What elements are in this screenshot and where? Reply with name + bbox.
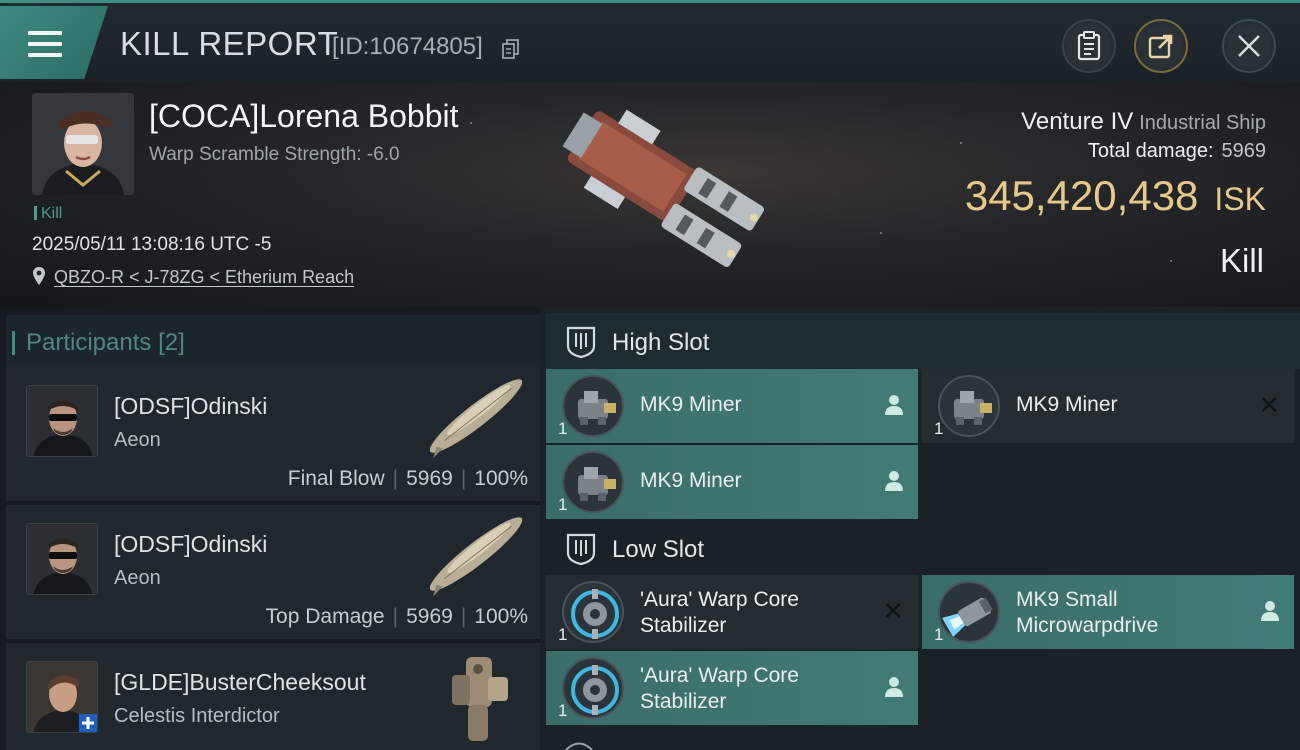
- high-slot-title: High Slot: [612, 329, 710, 356]
- participant-ship-image: [429, 517, 523, 597]
- participants-panel: Participants [2] [ODSF]Odinski Aeon Fina…: [0, 307, 540, 750]
- participant-name: [ODSF]Odinski: [114, 393, 268, 419]
- location-pin-icon: [33, 267, 45, 285]
- participant-role: Top Damage: [265, 605, 385, 628]
- victim-banner: [COCA]Lorena Bobbit Warp Scramble Streng…: [0, 82, 1300, 307]
- share-icon: [1148, 34, 1173, 59]
- module-item[interactable]: 1 MK9 Miner: [546, 369, 918, 443]
- participant-ship: Celestis Interdictor: [114, 705, 280, 727]
- warp-core-stabilizer-icon: [562, 657, 624, 719]
- hamburger-icon: [28, 31, 62, 57]
- destroyed-x-icon: ✕: [1258, 390, 1280, 420]
- clipboard-icon: [1077, 31, 1101, 61]
- miner-icon: [938, 375, 1000, 437]
- participant-stats: Top Damage | 5969 | 100%: [265, 605, 528, 628]
- participant-damage: 5969: [406, 467, 453, 490]
- module-name: MK9 Miner: [640, 469, 742, 492]
- microwarpdrive-icon: [938, 581, 1000, 643]
- total-damage-label: Total damage:: [1087, 140, 1214, 162]
- pilot-icon: [885, 395, 903, 415]
- module-qty: 1: [558, 701, 568, 720]
- kill-tag: Kill: [34, 205, 62, 223]
- ship-class: Industrial Ship: [1139, 112, 1266, 134]
- module-qty: 1: [558, 419, 568, 438]
- total-damage: Total damage: 5969: [1088, 140, 1266, 163]
- module-item[interactable]: 1 MK9 Miner ✕: [922, 369, 1294, 443]
- participant-stats: Final Blow | 5969 | 100%: [287, 467, 528, 490]
- miner-icon: [562, 375, 624, 437]
- pilot-icon: [885, 471, 903, 491]
- close-button[interactable]: [1222, 19, 1276, 73]
- clipboard-button[interactable]: [1062, 19, 1116, 73]
- module-item[interactable]: 1 MK9 Miner: [546, 445, 918, 519]
- module-name: 'Aura' Warp Core Stabilizer: [640, 664, 799, 713]
- menu-button[interactable]: [0, 6, 108, 79]
- module-name: MK9 Miner: [640, 393, 742, 416]
- module-qty: 1: [934, 625, 944, 644]
- victim-name[interactable]: [COCA]Lorena Bobbit: [149, 98, 459, 135]
- warp-core-stabilizer-icon: [562, 581, 624, 643]
- participants-header: Participants [2]: [6, 315, 540, 367]
- participants-count: [2]: [158, 329, 185, 356]
- location-link[interactable]: QBZO-R < J-78ZG < Etherium Reach: [54, 267, 354, 288]
- module-name: 'Aura' Warp Core Stabilizer: [640, 588, 799, 637]
- report-id: [ID:10674805]: [332, 33, 483, 60]
- pilot-icon: [1261, 601, 1279, 621]
- ship-name: Venture IV: [1021, 108, 1134, 135]
- participant-damage: 5969: [406, 605, 453, 628]
- participant-card[interactable]: [ODSF]Odinski Aeon Final Blow | 5969 | 100%: [6, 367, 540, 501]
- participant-ship-image: [452, 657, 508, 741]
- miner-icon: [562, 451, 624, 513]
- module-name: MK9 Small Microwarpdrive: [1016, 588, 1159, 637]
- high-slot-icon: [566, 326, 596, 359]
- participant-ship: Aeon: [114, 429, 161, 451]
- participant-avatar: [26, 523, 98, 595]
- module-name: MK9 Miner: [1016, 393, 1118, 416]
- low-slot-title: Low Slot: [612, 536, 705, 563]
- warp-scramble-strength: Warp Scramble Strength: -6.0: [149, 144, 400, 165]
- module-qty: 1: [934, 419, 944, 438]
- participant-card[interactable]: [ODSF]Odinski Aeon Top Damage | 5969 | 100%: [6, 505, 540, 639]
- participant-name: [ODSF]Odinski: [114, 531, 268, 557]
- low-slot-icon: [566, 533, 596, 566]
- participant-ship-image: [429, 379, 523, 459]
- victim-portrait[interactable]: [32, 93, 134, 195]
- participant-ship: Aeon: [114, 567, 161, 589]
- module-item[interactable]: 1 'Aura' Warp Core Stabilizer ✕: [546, 575, 918, 649]
- participants-title: Participants [2]: [12, 329, 185, 356]
- module-qty: 1: [558, 495, 568, 514]
- participant-percent: 100%: [474, 467, 528, 490]
- low-slot-header: Low Slot: [546, 520, 1300, 576]
- fitting-panel: High Slot 1 MK9 Miner 1 MK9 Miner ✕ 1 MK…: [540, 307, 1300, 750]
- high-slot-header: High Slot: [546, 313, 1300, 369]
- victim-ship-image[interactable]: [530, 90, 770, 300]
- module-item[interactable]: 1 'Aura' Warp Core Stabilizer: [546, 651, 918, 725]
- destroyed-x-icon: ✕: [882, 596, 904, 626]
- page-title: KILL REPORT: [120, 25, 339, 62]
- participant-avatar: [26, 661, 98, 733]
- header-bar: KILL REPORT [ID:10674805]: [0, 0, 1300, 82]
- result-label: Kill: [1219, 242, 1264, 279]
- participant-avatar: [26, 385, 98, 457]
- participant-percent: 100%: [474, 605, 528, 628]
- module-item[interactable]: 1 MK9 Small Microwarpdrive: [922, 575, 1294, 649]
- kill-datetime: 2025/05/11 13:08:16 UTC -5: [32, 234, 272, 255]
- participant-name: [GLDE]BusterCheeksout: [114, 669, 366, 695]
- victim-ship: Venture IV Industrial Ship: [1021, 108, 1266, 136]
- isk-value: 345,420,438 ISK: [965, 172, 1266, 220]
- module-qty: 1: [558, 625, 568, 644]
- pilot-icon: [885, 677, 903, 697]
- close-icon: [1238, 35, 1260, 57]
- share-button[interactable]: [1134, 19, 1188, 73]
- participant-role: Final Blow: [287, 467, 385, 490]
- isk-amount: 345,420,438: [964, 172, 1199, 219]
- copy-icon[interactable]: [502, 39, 520, 59]
- next-slot-icon: [565, 742, 593, 750]
- isk-unit: ISK: [1214, 181, 1266, 217]
- total-damage-value: 5969: [1221, 140, 1267, 162]
- participant-card[interactable]: [GLDE]BusterCheeksout Celestis Interdict…: [6, 643, 540, 750]
